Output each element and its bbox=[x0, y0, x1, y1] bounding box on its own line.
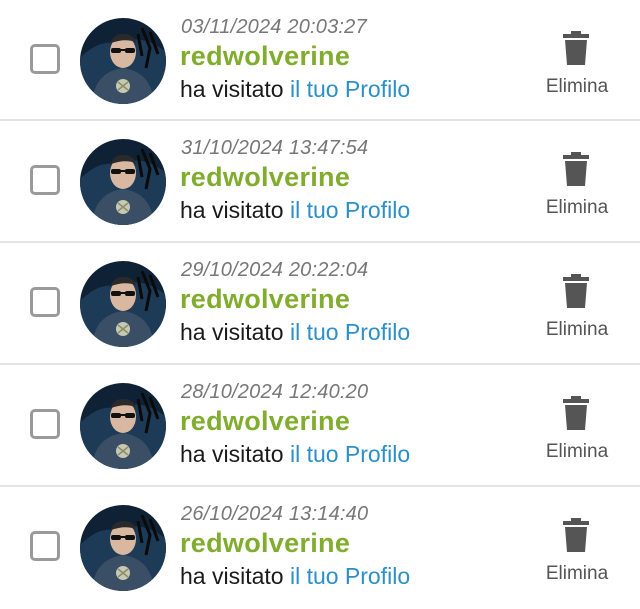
visit-timestamp: 29/10/2024 20:22:04 bbox=[181, 259, 369, 281]
select-checkbox[interactable] bbox=[30, 409, 60, 439]
select-checkbox[interactable] bbox=[30, 531, 60, 561]
visits-list: 03/11/2024 20:03:27 redwolverine ha visi… bbox=[0, 0, 640, 609]
avatar[interactable] bbox=[80, 261, 166, 347]
user-avatar-icon bbox=[80, 383, 166, 469]
visit-action-text: ha visitato bbox=[180, 319, 290, 345]
select-checkbox[interactable] bbox=[30, 44, 60, 74]
delete-button[interactable]: Elimina bbox=[541, 197, 613, 219]
user-avatar-icon bbox=[80, 139, 166, 225]
visit-description: ha visitato il tuo Profilo bbox=[180, 563, 410, 590]
visitor-username[interactable]: redwolverine bbox=[180, 162, 350, 193]
delete-button[interactable]: Elimina bbox=[541, 441, 613, 463]
trash-icon[interactable] bbox=[562, 152, 590, 186]
visit-timestamp: 26/10/2024 13:14:40 bbox=[181, 503, 369, 525]
visit-description: ha visitato il tuo Profilo bbox=[180, 76, 410, 103]
trash-icon[interactable] bbox=[562, 274, 590, 308]
visit-description: ha visitato il tuo Profilo bbox=[180, 441, 410, 468]
user-avatar-icon bbox=[80, 18, 166, 104]
delete-button[interactable]: Elimina bbox=[541, 563, 613, 585]
avatar[interactable] bbox=[80, 18, 166, 104]
visit-timestamp: 28/10/2024 12:40:20 bbox=[181, 381, 369, 403]
visit-row: 26/10/2024 13:14:40 redwolverine ha visi… bbox=[0, 487, 640, 609]
profile-link[interactable]: il tuo Profilo bbox=[290, 319, 410, 345]
visitor-username[interactable]: redwolverine bbox=[180, 528, 350, 559]
visit-row: 03/11/2024 20:03:27 redwolverine ha visi… bbox=[0, 0, 640, 121]
profile-link[interactable]: il tuo Profilo bbox=[290, 563, 410, 589]
visit-action-text: ha visitato bbox=[180, 197, 290, 223]
visit-timestamp: 03/11/2024 20:03:27 bbox=[181, 16, 367, 38]
delete-button[interactable]: Elimina bbox=[541, 76, 613, 98]
profile-link[interactable]: il tuo Profilo bbox=[290, 441, 410, 467]
user-avatar-icon bbox=[80, 261, 166, 347]
visit-row: 31/10/2024 13:47:54 redwolverine ha visi… bbox=[0, 121, 640, 243]
select-checkbox[interactable] bbox=[30, 287, 60, 317]
trash-icon[interactable] bbox=[562, 396, 590, 430]
trash-icon[interactable] bbox=[562, 518, 590, 552]
visit-description: ha visitato il tuo Profilo bbox=[180, 197, 410, 224]
visit-action-text: ha visitato bbox=[180, 563, 290, 589]
visitor-username[interactable]: redwolverine bbox=[180, 284, 350, 315]
profile-link[interactable]: il tuo Profilo bbox=[290, 76, 410, 102]
visitor-username[interactable]: redwolverine bbox=[180, 406, 350, 437]
visit-row: 28/10/2024 12:40:20 redwolverine ha visi… bbox=[0, 365, 640, 487]
visit-action-text: ha visitato bbox=[180, 76, 290, 102]
visit-description: ha visitato il tuo Profilo bbox=[180, 319, 410, 346]
trash-icon[interactable] bbox=[562, 31, 590, 65]
user-avatar-icon bbox=[80, 505, 166, 591]
select-checkbox[interactable] bbox=[30, 165, 60, 195]
visit-row: 29/10/2024 20:22:04 redwolverine ha visi… bbox=[0, 243, 640, 365]
visit-timestamp: 31/10/2024 13:47:54 bbox=[181, 137, 369, 159]
visit-action-text: ha visitato bbox=[180, 441, 290, 467]
visitor-username[interactable]: redwolverine bbox=[180, 41, 350, 72]
avatar[interactable] bbox=[80, 505, 166, 591]
profile-link[interactable]: il tuo Profilo bbox=[290, 197, 410, 223]
delete-button[interactable]: Elimina bbox=[541, 319, 613, 341]
avatar[interactable] bbox=[80, 383, 166, 469]
avatar[interactable] bbox=[80, 139, 166, 225]
